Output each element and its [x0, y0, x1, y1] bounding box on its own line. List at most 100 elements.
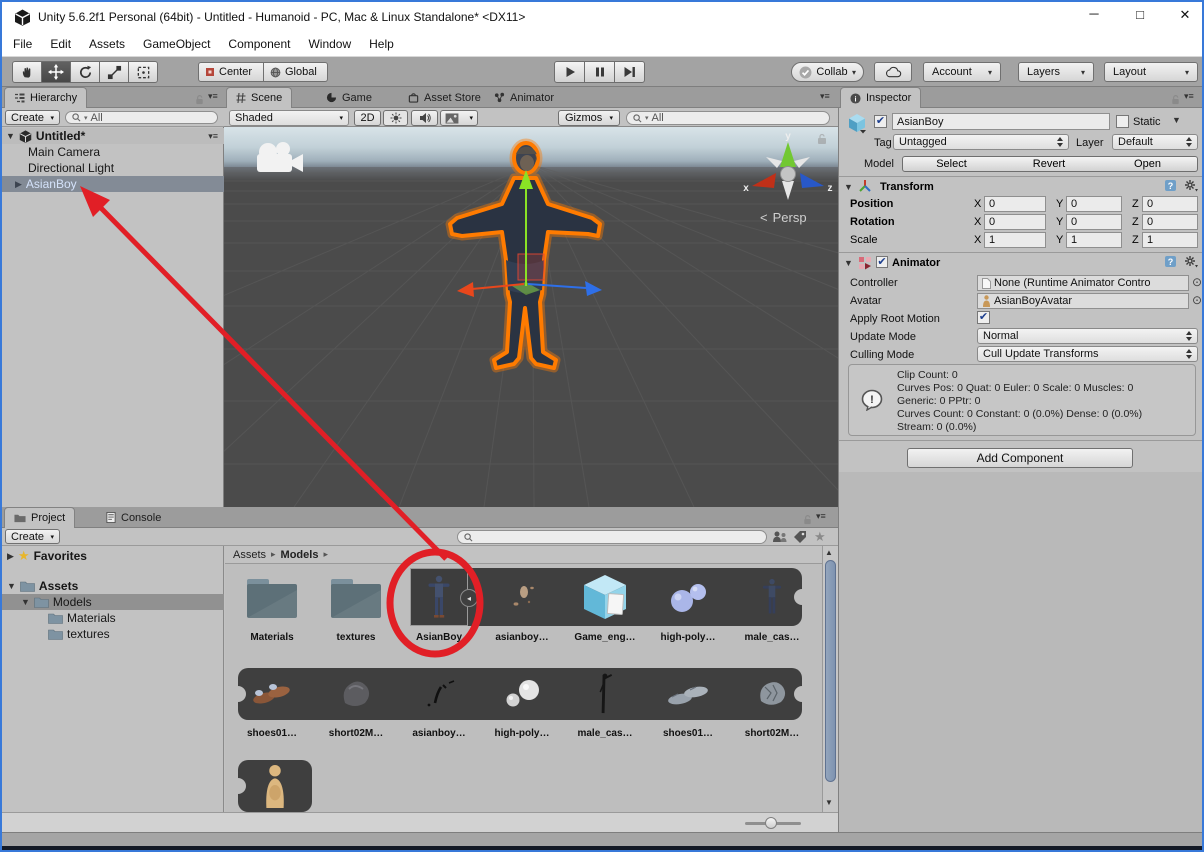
tab-hierarchy[interactable]: Hierarchy [4, 87, 87, 108]
foldout-open-icon[interactable]: ▼ [7, 581, 16, 591]
menu-file[interactable]: File [4, 34, 41, 54]
asset-item-textures-folder[interactable] [322, 570, 390, 626]
menu-window[interactable]: Window [299, 34, 360, 54]
gameobject-cube-icon[interactable] [846, 112, 868, 139]
animator-title[interactable]: Animator [892, 257, 940, 269]
tree-materials[interactable]: Materials [2, 610, 224, 626]
object-picker-icon[interactable]: ⊙ [1192, 293, 1202, 307]
play-button[interactable] [554, 61, 585, 83]
scroll-down-arrow[interactable]: ▼ [825, 798, 833, 807]
project-search-input[interactable] [457, 530, 767, 544]
model-open-button[interactable]: Open [1098, 156, 1198, 172]
collapse-subassets-button[interactable]: ◂ [460, 589, 478, 607]
space-toggle-button[interactable]: Global [264, 62, 328, 82]
help-icon[interactable]: ? [1164, 179, 1177, 197]
position-y-field[interactable]: 0 [1066, 196, 1122, 212]
breadcrumb-models[interactable]: Models [281, 549, 319, 561]
tag-dropdown[interactable]: Untagged [893, 134, 1069, 150]
tab-animator[interactable]: Animator [488, 87, 560, 108]
asset-item-asianboy-scribble[interactable] [405, 670, 473, 718]
project-scrollbar[interactable]: ▲ ▼ [822, 546, 838, 812]
culling-mode-dropdown[interactable]: Cull Update Transforms [977, 346, 1198, 362]
active-checkbox[interactable]: ✔ [874, 115, 887, 128]
tree-favorites[interactable]: ▶ ★ Favorites [2, 548, 224, 564]
rotation-z-field[interactable]: 0 [1142, 214, 1198, 230]
asset-item-materials-folder[interactable] [238, 570, 306, 626]
tab-inspector[interactable]: i Inspector [840, 87, 921, 108]
name-field[interactable]: AsianBoy [892, 113, 1110, 130]
scene-search-input[interactable]: ▾ All [626, 111, 830, 125]
pause-button[interactable] [584, 61, 615, 83]
panel-menu-icon[interactable]: ▾≡ [208, 91, 218, 102]
draw-mode-dropdown[interactable]: Shaded▾ [229, 110, 349, 126]
update-mode-dropdown[interactable]: Normal [977, 328, 1198, 344]
scene-viewport[interactable]: y x z <Persp [224, 127, 838, 507]
audio-toggle-button[interactable] [411, 110, 438, 126]
gizmos-dropdown[interactable]: Gizmos▾ [558, 110, 620, 126]
tree-assets[interactable]: ▼ Assets [2, 578, 224, 594]
avatar-object-field[interactable]: AsianBoyAvatar [977, 293, 1189, 309]
rotate-tool-button[interactable] [70, 61, 100, 83]
gear-icon[interactable] [1184, 255, 1198, 273]
hierarchy-search-input[interactable]: ▾ All [65, 111, 218, 124]
rect-tool-button[interactable] [128, 61, 158, 83]
tree-models[interactable]: ▼ Models [2, 594, 224, 610]
scroll-up-arrow[interactable]: ▲ [825, 548, 833, 557]
foldout-open-icon[interactable]: ▼ [844, 258, 853, 268]
rotation-x-field[interactable]: 0 [984, 214, 1046, 230]
asset-item-shoes01b[interactable] [654, 670, 722, 718]
asset-item-high-poly2[interactable] [488, 670, 556, 718]
rotation-y-field[interactable]: 0 [1066, 214, 1122, 230]
effects-dropdown[interactable]: ▾ [440, 110, 478, 126]
scale-y-field[interactable]: 1 [1066, 232, 1122, 248]
menu-help[interactable]: Help [360, 34, 403, 54]
transform-title[interactable]: Transform [880, 181, 934, 193]
model-revert-button[interactable]: Revert [1000, 156, 1099, 172]
project-create-button[interactable]: Create▾ [5, 529, 60, 544]
tab-project[interactable]: Project [4, 507, 75, 528]
menu-gameobject[interactable]: GameObject [134, 34, 219, 54]
hierarchy-item-asianboy[interactable]: ▶ AsianBoy [2, 176, 224, 192]
asset-item-shoes01[interactable] [238, 670, 306, 718]
panel-menu-icon[interactable]: ▾≡ [820, 91, 830, 102]
foldout-open-icon[interactable]: ▼ [6, 131, 15, 141]
asset-item-male-casual[interactable] [738, 570, 806, 626]
2d-toggle-button[interactable]: 2D [354, 110, 381, 126]
collab-button[interactable]: Collab ▾ [791, 62, 864, 82]
asset-item-asianboy-mesh[interactable] [488, 570, 556, 626]
slider-knob[interactable] [765, 817, 777, 829]
layers-dropdown[interactable]: Layers ▾ [1018, 62, 1094, 82]
asset-item-avatar[interactable] [241, 762, 309, 810]
step-button[interactable] [614, 61, 645, 83]
help-icon[interactable]: ? [1164, 255, 1177, 273]
breadcrumb-assets[interactable]: Assets [233, 549, 266, 561]
persp-label[interactable]: <Persp [760, 210, 807, 225]
asset-item-high-poly[interactable] [654, 570, 722, 626]
asset-item-game-engine[interactable] [571, 568, 639, 626]
foldout-closed-icon[interactable]: ▶ [7, 551, 14, 562]
pan-tool-button[interactable] [12, 61, 42, 83]
model-select-button[interactable]: Select [902, 156, 1001, 172]
scale-x-field[interactable]: 1 [984, 232, 1046, 248]
menu-assets[interactable]: Assets [80, 34, 134, 54]
scale-z-field[interactable]: 1 [1142, 232, 1198, 248]
hierarchy-item-directional-light[interactable]: Directional Light [2, 160, 224, 176]
hierarchy-scene-row[interactable]: ▼ Untitled* ▾≡ [2, 128, 224, 144]
maximize-button[interactable]: □ [1120, 7, 1160, 29]
foldout-open-icon[interactable]: ▼ [844, 182, 853, 192]
gear-icon[interactable] [1184, 179, 1198, 197]
pivot-toggle-button[interactable]: Center [198, 62, 264, 82]
foldout-closed-icon[interactable]: ▶ [15, 179, 22, 190]
tab-scene[interactable]: Scene [226, 87, 292, 108]
favorites-filter-star-icon[interactable]: ★ [814, 529, 826, 545]
static-checkbox[interactable] [1116, 115, 1129, 128]
asset-item-short02mb[interactable] [738, 670, 806, 718]
scene-menu-icon[interactable]: ▾≡ [208, 131, 218, 142]
asset-item-short02m[interactable] [322, 670, 390, 718]
close-button[interactable]: ✕ [1165, 7, 1204, 29]
tree-textures[interactable]: textures [2, 626, 224, 642]
tab-asset-store[interactable]: Asset Store [402, 87, 487, 108]
account-dropdown[interactable]: Account ▾ [923, 62, 1001, 82]
foldout-open-icon[interactable]: ▼ [21, 597, 30, 607]
hierarchy-item-main-camera[interactable]: Main Camera [2, 144, 224, 160]
